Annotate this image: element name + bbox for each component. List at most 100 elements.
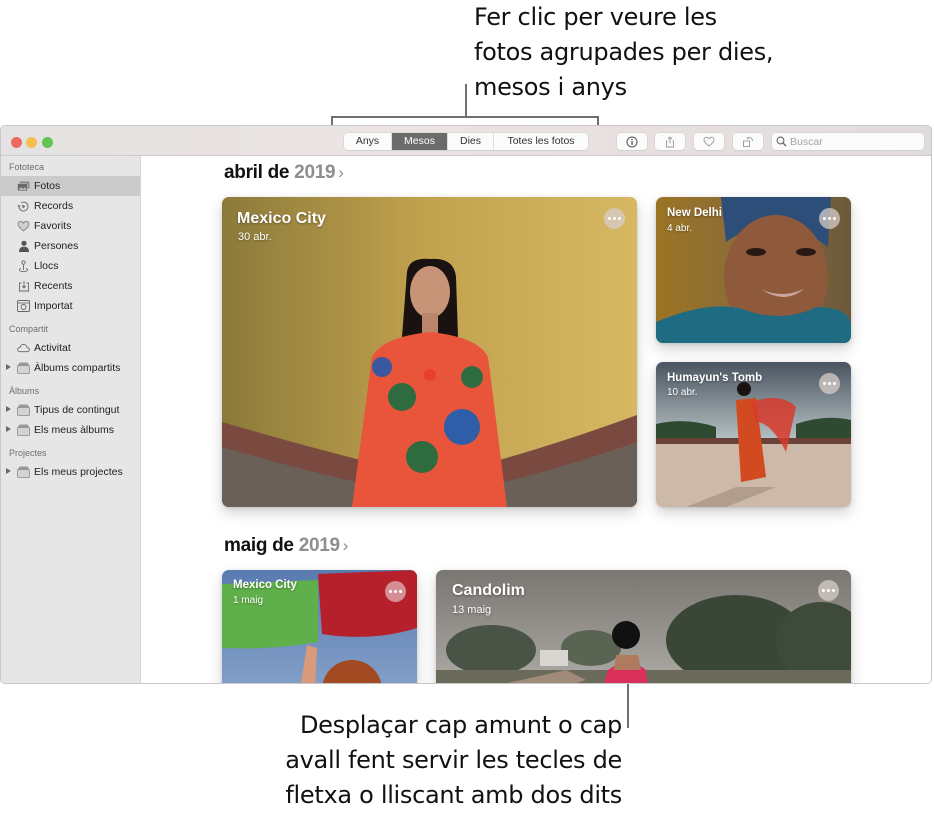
disclosure-triangle-icon[interactable] bbox=[6, 468, 11, 474]
month-label: abril de bbox=[224, 162, 290, 183]
callout-line: Desplaçar cap amunt o cap bbox=[299, 711, 622, 739]
tab-totes-les-fotos[interactable]: Totes les fotos bbox=[494, 133, 588, 150]
sidebar-item-label: Fotos bbox=[34, 180, 61, 192]
folder-stack-icon bbox=[17, 404, 30, 417]
card-title: Candolim bbox=[452, 582, 525, 599]
folder-stack-icon bbox=[17, 424, 30, 437]
callout-line: Fer clic per veure les bbox=[474, 3, 717, 31]
rotate-button[interactable] bbox=[733, 133, 763, 150]
search-field[interactable] bbox=[772, 133, 924, 150]
photo-grid[interactable]: abril de 2019 › Mexico City 30 abr. New … bbox=[142, 156, 931, 683]
callout-line: fotos agrupades per dies, bbox=[474, 38, 774, 66]
search-input[interactable] bbox=[790, 135, 920, 148]
moment-card[interactable]: Candolim 13 maig bbox=[436, 570, 851, 683]
card-title: Mexico City bbox=[233, 579, 297, 591]
folder-stack-icon bbox=[17, 466, 30, 479]
disclosure-triangle-icon[interactable] bbox=[6, 406, 11, 412]
search-icon bbox=[776, 136, 787, 147]
person-icon bbox=[17, 240, 30, 253]
toolbar: Anys Mesos Dies Totes les fotos bbox=[1, 126, 931, 156]
pin-icon bbox=[17, 259, 30, 273]
card-date: 4 abr. bbox=[667, 223, 693, 234]
share-button[interactable] bbox=[655, 133, 685, 150]
chevron-right-icon: › bbox=[342, 536, 349, 555]
zoom-window-button[interactable] bbox=[42, 137, 53, 148]
sidebar-item-label: Activitat bbox=[34, 342, 71, 354]
minimize-window-button[interactable] bbox=[26, 137, 37, 148]
sidebar-item-els-meus-projectes[interactable]: Els meus projectes bbox=[1, 462, 140, 482]
info-button[interactable] bbox=[617, 133, 647, 150]
sidebar-item-recents[interactable]: Recents bbox=[1, 276, 140, 296]
sidebar-section-albums: Àlbums bbox=[9, 386, 40, 396]
sidebar-item-importat[interactable]: Importat bbox=[1, 296, 140, 316]
sidebar: Fototeca Fotos Records Favorits Persones… bbox=[1, 156, 141, 683]
month-header[interactable]: abril de 2019 › bbox=[224, 162, 344, 184]
sidebar-item-label: Records bbox=[34, 200, 74, 212]
import-tray-icon bbox=[17, 280, 30, 293]
memories-icon bbox=[17, 200, 30, 213]
callout-line: mesos i anys bbox=[474, 73, 627, 101]
sidebar-item-label: Àlbums compartits bbox=[34, 362, 121, 374]
sidebar-item-els-meus-albums[interactable]: Els meus àlbums bbox=[1, 420, 140, 440]
moment-card[interactable]: Mexico City 30 abr. bbox=[222, 197, 637, 507]
sidebar-item-tipus-de-contingut[interactable]: Tipus de contingut bbox=[1, 400, 140, 420]
callout-line: avall fent servir les tecles de bbox=[285, 746, 622, 774]
tab-dies[interactable]: Dies bbox=[448, 133, 494, 150]
sidebar-section-fototeca: Fototeca bbox=[9, 162, 45, 172]
heart-icon bbox=[17, 220, 30, 233]
view-mode-segmented-control: Anys Mesos Dies Totes les fotos bbox=[344, 133, 588, 150]
rotate-icon bbox=[742, 136, 753, 147]
callout-scroll: Desplaçar cap amunt o cap avall fent ser… bbox=[232, 708, 622, 813]
month-label: maig de bbox=[224, 535, 294, 556]
sidebar-item-fotos[interactable]: Fotos bbox=[1, 176, 140, 196]
close-window-button[interactable] bbox=[11, 137, 22, 148]
photos-icon bbox=[17, 180, 30, 193]
chevron-right-icon: › bbox=[338, 163, 344, 182]
cloud-icon bbox=[17, 342, 30, 355]
card-date: 13 maig bbox=[452, 604, 492, 616]
moment-card[interactable]: New Delhi 4 abr. bbox=[656, 197, 851, 343]
more-options-button[interactable] bbox=[819, 208, 840, 229]
sidebar-item-label: Persones bbox=[34, 240, 79, 252]
sidebar-item-records[interactable]: Records bbox=[1, 196, 140, 216]
sidebar-section-projectes: Projectes bbox=[9, 448, 47, 458]
sidebar-item-persones[interactable]: Persones bbox=[1, 236, 140, 256]
year-label: 2019 bbox=[298, 535, 340, 556]
sidebar-item-label: Recents bbox=[34, 280, 73, 292]
moment-card[interactable]: Mexico City 1 maig bbox=[222, 570, 417, 683]
tab-mesos[interactable]: Mesos bbox=[392, 133, 448, 150]
card-title: New Delhi bbox=[667, 207, 722, 219]
favorite-button[interactable] bbox=[694, 133, 724, 150]
more-options-button[interactable] bbox=[385, 581, 406, 602]
sidebar-item-label: Tipus de contingut bbox=[34, 404, 120, 416]
more-options-button[interactable] bbox=[819, 373, 840, 394]
month-header[interactable]: maig de 2019 › bbox=[224, 535, 348, 557]
disclosure-triangle-icon[interactable] bbox=[6, 426, 11, 432]
moment-card[interactable]: Humayun's Tomb 10 abr. bbox=[656, 362, 851, 507]
sidebar-section-compartit: Compartit bbox=[9, 324, 49, 334]
year-label: 2019 bbox=[294, 162, 336, 183]
info-icon bbox=[626, 136, 638, 147]
photo-mexico-city-portrait bbox=[222, 197, 637, 507]
callout-bracket bbox=[331, 116, 599, 118]
share-icon bbox=[666, 135, 674, 147]
callout-view-modes: Fer clic per veure les fotos agrupades p… bbox=[474, 0, 774, 105]
sidebar-item-label: Els meus àlbums bbox=[34, 424, 114, 436]
card-title: Humayun's Tomb bbox=[667, 372, 763, 384]
sidebar-item-favorits[interactable]: Favorits bbox=[1, 216, 140, 236]
more-options-button[interactable] bbox=[604, 208, 625, 229]
sidebar-item-label: Llocs bbox=[34, 260, 59, 272]
sidebar-item-label: Favorits bbox=[34, 220, 72, 232]
folder-stack-icon bbox=[17, 362, 30, 375]
card-title: Mexico City bbox=[237, 210, 326, 227]
callout-line: fletxa o lliscant amb dos dits bbox=[285, 781, 622, 809]
heart-icon bbox=[703, 136, 715, 147]
tab-anys[interactable]: Anys bbox=[344, 133, 392, 150]
sidebar-item-activitat[interactable]: Activitat bbox=[1, 338, 140, 358]
sidebar-item-label: Importat bbox=[34, 300, 73, 312]
callout-leader-line bbox=[627, 684, 629, 728]
sidebar-item-llocs[interactable]: Llocs bbox=[1, 256, 140, 276]
disclosure-triangle-icon[interactable] bbox=[6, 364, 11, 370]
more-options-button[interactable] bbox=[818, 580, 839, 601]
sidebar-item-albums-compartits[interactable]: Àlbums compartits bbox=[1, 358, 140, 378]
